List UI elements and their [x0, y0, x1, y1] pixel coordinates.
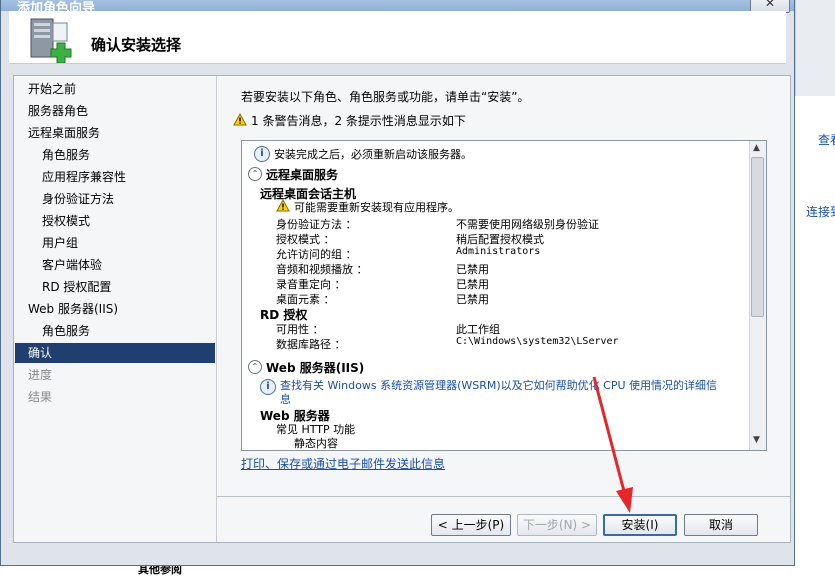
next-button: 下一步(N) > [517, 514, 597, 536]
scroll-thumb[interactable] [751, 157, 764, 317]
wsrm-info-link-continued[interactable]: 息 [280, 391, 291, 407]
step-iis-role-services[interactable]: 角色服务 [42, 321, 90, 341]
scroll-up-icon[interactable]: ▲ [753, 143, 760, 153]
background-link-view[interactable]: 查看 [818, 131, 835, 148]
warning-summary: 1 条警告消息，2 条提示性消息显示如下 [233, 112, 466, 129]
wizard-content: 若要安装以下角色、角色服务或功能，请单击“安装”。 1 条警告消息，2 条提示性… [217, 76, 790, 542]
step-client-experience[interactable]: 客户端体验 [42, 255, 102, 275]
install-button[interactable]: 安装(I) [603, 514, 677, 536]
collapse-icon[interactable]: ⌃ [248, 167, 262, 181]
background-toolbar [795, 0, 835, 96]
static-content: 静态内容 [294, 437, 338, 450]
step-server-roles[interactable]: 服务器角色 [28, 101, 88, 121]
info-icon: i [254, 146, 270, 162]
wizard-body: 开始之前 服务器角色 远程桌面服务 角色服务 应用程序兼容性 身份验证方法 授权… [13, 75, 791, 543]
prop-key: 授权模式 ： [276, 233, 335, 246]
list-scrollbar[interactable]: ▲ ▼ [749, 141, 766, 450]
add-roles-wizard-window: 添加角色向导 ✕ 确认安装选择 开始之前 服务器角色 远程桌面服务 角色服务 应… [0, 0, 795, 566]
restart-notice: 安装完成之后，必须重新启动该服务器。 [274, 148, 472, 161]
wizard-steps-sidebar: 开始之前 服务器角色 远程桌面服务 角色服务 应用程序兼容性 身份验证方法 授权… [14, 76, 217, 542]
step-authentication-method[interactable]: 身份验证方法 [42, 189, 114, 209]
step-licensing-mode[interactable]: 授权模式 [42, 211, 90, 231]
step-confirmation[interactable]: 确认 [15, 343, 215, 363]
cancel-button[interactable]: 取消 [684, 514, 758, 536]
collapse-icon[interactable]: ⌃ [248, 360, 262, 374]
section-remote-desktop-services: 远程桌面服务 [266, 168, 339, 182]
step-results: 结果 [28, 390, 53, 404]
wsrm-info-link[interactable]: 查找有关 Windows 系统资源管理器(WSRM)以及它如何帮助优化 CPU … [280, 377, 717, 393]
prop-value: Administrators [456, 246, 541, 257]
step-user-groups[interactable]: 用户组 [42, 233, 78, 253]
prop-key: 录音重定向 ： [276, 278, 346, 291]
prop-value: 不需要使用网络级别身份验证 [456, 218, 599, 231]
prop-value: 已禁用 [456, 263, 489, 276]
step-rd-licensing-config[interactable]: RD 授权配置 [42, 277, 111, 297]
rdsh-warning: 可能需要重新安装现有应用程序。 [294, 201, 459, 214]
server-add-icon [30, 18, 72, 63]
prop-value: 此工作组 [456, 323, 500, 336]
step-role-services[interactable]: 角色服务 [42, 145, 90, 165]
prop-key: 音频和视频播放 ： [276, 263, 368, 276]
step-web-server-iis[interactable]: Web 服务器(IIS) [28, 299, 118, 319]
header-title: 确认安装选择 [91, 36, 182, 54]
info-icon: i [260, 379, 276, 395]
warning-summary-text: 1 条警告消息，2 条提示性消息显示如下 [251, 114, 466, 128]
prop-key: 身份验证方法 ： [276, 218, 357, 231]
wizard-header: 确认安装选择 [9, 11, 786, 64]
warning-icon [233, 113, 247, 126]
intro-text: 若要安装以下角色、角色服务或功能，请单击“安装”。 [241, 90, 530, 104]
title-bar[interactable]: 添加角色向导 ✕ [1, 0, 794, 16]
print-save-email-link[interactable]: 打印、保存或通过电子邮件发送此信息 [241, 455, 445, 472]
annotation-arrow [592, 376, 633, 513]
prop-value: 已禁用 [456, 278, 489, 291]
scroll-down-icon[interactable]: ▼ [753, 435, 760, 445]
background-link-connect[interactable]: 连接到 [806, 203, 835, 220]
button-divider [217, 496, 790, 497]
step-before-you-begin[interactable]: 开始之前 [28, 79, 76, 99]
previous-button[interactable]: < 上一步(P) [431, 514, 511, 536]
warning-icon [276, 199, 290, 212]
section-web-server-iis: Web 服务器(IIS) [266, 361, 365, 375]
prop-key: 数据库路径 ： [276, 338, 346, 351]
prop-value: 已禁用 [456, 293, 489, 306]
prop-value: 稍后配置授权模式 [456, 233, 544, 246]
prop-key: 允许访问的组 ： [276, 248, 357, 261]
confirmation-list[interactable]: i 安装完成之后，必须重新启动该服务器。 ⌃ 远程桌面服务 远程桌面会话主机 可… [241, 140, 767, 451]
step-progress: 进度 [28, 368, 53, 382]
prop-key: 可用性 ： [276, 323, 324, 336]
prop-key: 桌面元素 ： [276, 293, 335, 306]
step-remote-desktop-services[interactable]: 远程桌面服务 [28, 123, 100, 143]
prop-value: C:\Windows\system32\LServer [456, 336, 619, 347]
step-application-compatibility[interactable]: 应用程序兼容性 [42, 167, 126, 187]
